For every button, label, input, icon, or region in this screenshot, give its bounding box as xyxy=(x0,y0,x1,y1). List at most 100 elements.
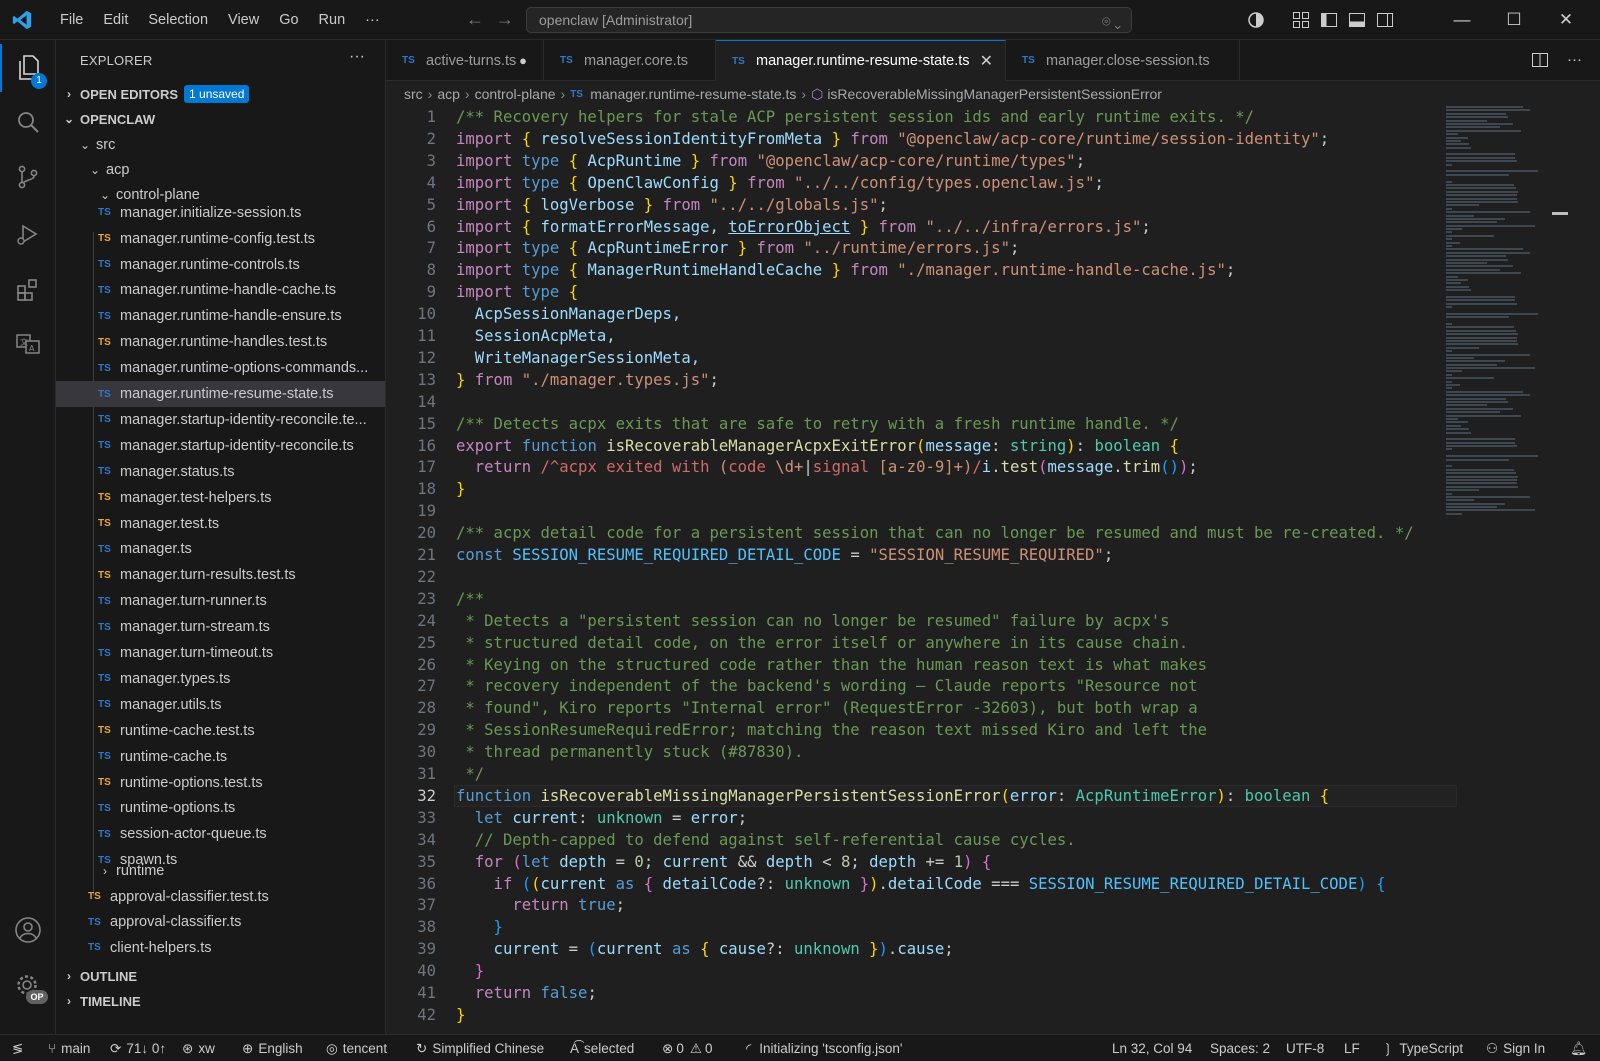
branch-status[interactable]: ⑂ main xyxy=(48,1035,90,1061)
open-editors-section[interactable]: › OPEN EDITORS 1 unsaved xyxy=(62,83,250,105)
code-line[interactable]: 29 * SessionResumeRequiredError; matchin… xyxy=(386,719,1600,741)
file-item[interactable]: TS runtime-options.ts xyxy=(56,796,385,822)
back-arrow-icon[interactable]: ← xyxy=(466,9,496,29)
tab-manager-core[interactable]: TS manager.core.ts xyxy=(544,40,716,81)
outline-section[interactable]: › OUTLINE xyxy=(62,965,137,987)
breadcrumb-symbol[interactable]: isRecoverableMissingManagerPersistentSes… xyxy=(827,86,1162,102)
code-line[interactable]: 8 import type { ManagerRuntimeHandleCache… xyxy=(386,259,1600,281)
sync-status[interactable]: ⟳ 71↓ 0↑ xyxy=(110,1035,166,1061)
code-line[interactable]: 26 * Keying on the structured code rathe… xyxy=(386,654,1600,676)
openclaw-root-section[interactable]: ⌄ OPENCLAW xyxy=(62,108,155,130)
code-line[interactable]: 28 * found", Kiro reports "Internal erro… xyxy=(386,697,1600,719)
file-item[interactable]: TS manager.turn-timeout.ts xyxy=(56,640,385,666)
file-item[interactable]: TS manager.types.ts xyxy=(56,666,385,692)
code-line[interactable]: 25 * structured detail code, on the erro… xyxy=(386,632,1600,654)
copilot-icon[interactable] xyxy=(1246,10,1266,30)
file-item[interactable]: TS manager.startup-identity-reconcile.ts xyxy=(56,433,385,459)
language-status-2[interactable]: ↻ Simplified Chinese xyxy=(416,1035,544,1061)
code-line[interactable]: 39 current = (current as { cause?: unkno… xyxy=(386,938,1600,960)
folder-acp[interactable]: ⌄ acp xyxy=(56,157,385,183)
file-item[interactable]: TS manager.turn-stream.ts xyxy=(56,614,385,640)
code-line[interactable]: 15 /** Detects acpx exits that are safe t… xyxy=(386,413,1600,435)
more-actions-icon[interactable]: ··· xyxy=(1567,51,1582,69)
code-line[interactable]: 38 } xyxy=(386,916,1600,938)
file-item[interactable]: TS manager.runtime-controls.ts xyxy=(56,252,385,278)
code-line[interactable]: 37 return true; xyxy=(386,894,1600,916)
minimap[interactable] xyxy=(1446,106,1564,516)
code-line[interactable]: 11 SessionAcpMeta, xyxy=(386,325,1600,347)
menu-file[interactable]: File xyxy=(50,12,93,28)
tab-manager-runtime-resume-state[interactable]: TS manager.runtime-resume-state.ts ✕ xyxy=(716,40,1006,81)
code-line[interactable]: 14 xyxy=(386,391,1600,413)
code-line[interactable]: 21 const SESSION_RESUME_REQUIRED_DETAIL_C… xyxy=(386,544,1600,566)
code-line[interactable]: 23 /** xyxy=(386,588,1600,610)
timeline-section[interactable]: › TIMELINE xyxy=(62,990,141,1012)
code-line[interactable]: 35 for (let depth = 0; current && depth … xyxy=(386,851,1600,873)
file-item[interactable]: TS manager.runtime-handles.test.ts xyxy=(56,330,385,356)
translate-activity[interactable]: 文A xyxy=(0,320,56,368)
file-item[interactable]: TS manager.runtime-config.test.ts xyxy=(56,226,385,252)
file-item[interactable]: TS manager.runtime-options-commands... xyxy=(56,355,385,381)
code-line[interactable]: 22 xyxy=(386,566,1600,588)
code-line[interactable]: 3 import type { AcpRuntime } from "@openc… xyxy=(386,150,1600,172)
accounts-activity[interactable] xyxy=(0,906,56,954)
language-status-1[interactable]: ⊕ English xyxy=(242,1035,303,1061)
file-item[interactable]: TS manager.startup-identity-reconcile.te.… xyxy=(56,407,385,433)
menu-view[interactable]: View xyxy=(218,12,269,28)
command-center-search[interactable]: openclaw [Administrator] ⌾ ⌄ xyxy=(526,7,1132,33)
code-line[interactable]: 33 let current: unknown = error; xyxy=(386,807,1600,829)
code-line[interactable]: 41 return false; xyxy=(386,982,1600,1004)
file-item[interactable]: TS approval-classifier.test.ts xyxy=(56,884,385,910)
scrollbar-indicator[interactable] xyxy=(1552,212,1568,215)
toggle-panel-icon[interactable] xyxy=(1348,11,1366,29)
encoding-status[interactable]: UTF-8 xyxy=(1286,1035,1324,1061)
file-item[interactable]: TS manager.test.ts xyxy=(56,511,385,537)
code-line[interactable]: 34 // Depth-capped to defend against sel… xyxy=(386,829,1600,851)
code-line[interactable]: 20 /** acpx detail code for a persistent … xyxy=(386,522,1600,544)
notifications-icon[interactable]: 🔔︎ xyxy=(1570,1035,1587,1061)
file-item[interactable]: TS runtime-options.test.ts xyxy=(56,770,385,796)
file-item[interactable]: TS manager.ts xyxy=(56,537,385,563)
code-line[interactable]: 30 * thread permanently stuck (#87830). xyxy=(386,741,1600,763)
code-line[interactable]: 42} xyxy=(386,1004,1600,1026)
file-item[interactable]: TS runtime-cache.ts xyxy=(56,744,385,770)
sign-in-status[interactable]: ⚇ Sign In xyxy=(1486,1035,1545,1061)
code-line[interactable]: 1 /** Recovery helpers for stale ACP pers… xyxy=(386,106,1600,128)
code-line[interactable]: 27 * recovery independent of the backend… xyxy=(386,675,1600,697)
split-editor-icon[interactable] xyxy=(1531,51,1549,69)
menu-run[interactable]: Run xyxy=(309,12,356,28)
folder-src[interactable]: ⌄ src xyxy=(56,132,385,158)
toggle-secondary-sidebar-icon[interactable] xyxy=(1376,11,1394,29)
forward-arrow-icon[interactable]: → xyxy=(496,9,526,29)
file-item[interactable]: TS manager.runtime-handle-cache.ts xyxy=(56,278,385,304)
selection-status[interactable]: A͡ selected xyxy=(570,1035,634,1061)
code-editor[interactable]: 1 /** Recovery helpers for stale ACP pers… xyxy=(386,106,1600,1034)
file-item[interactable]: TS client-helpers.ts xyxy=(56,935,385,961)
minimize-icon[interactable]: — xyxy=(1436,10,1488,30)
file-item[interactable]: TS manager.test-helpers.ts xyxy=(56,485,385,511)
file-item[interactable]: TS approval-classifier.ts xyxy=(56,910,385,936)
folder-runtime[interactable]: › runtime xyxy=(56,858,385,884)
extensions-activity[interactable] xyxy=(0,266,56,314)
menu-edit[interactable]: Edit xyxy=(93,12,138,28)
code-line[interactable]: 36 if ((current as { detailCode?: unknow… xyxy=(386,873,1600,895)
customize-layout-icon[interactable] xyxy=(1292,11,1310,29)
close-window-icon[interactable]: ✕ xyxy=(1540,10,1592,30)
file-item[interactable]: TS session-actor-queue.ts xyxy=(56,822,385,848)
code-line[interactable]: 24 * Detects a "persistent session can n… xyxy=(386,610,1600,632)
code-line[interactable]: 4 import type { OpenClawConfig } from "..… xyxy=(386,172,1600,194)
code-line[interactable]: 17 return /^acpx exited with (code \d+|s… xyxy=(386,456,1600,478)
breadcrumb-control-plane[interactable]: control-plane xyxy=(475,86,556,102)
code-line[interactable]: 18} xyxy=(386,478,1600,500)
code-line[interactable]: 5 import { logVerbose } from "../../globa… xyxy=(386,194,1600,216)
code-line[interactable]: 12 WriteManagerSessionMeta, xyxy=(386,347,1600,369)
menu-go[interactable]: Go xyxy=(269,12,308,28)
menu-selection[interactable]: Selection xyxy=(138,12,218,28)
ts-init-status[interactable]: ◜ Initializing 'tsconfig.json' xyxy=(746,1035,902,1061)
code-line[interactable]: 9 import type { xyxy=(386,281,1600,303)
file-item[interactable]: TS manager.utils.ts xyxy=(56,692,385,718)
close-tab-icon[interactable]: ✕ xyxy=(980,51,993,71)
code-line[interactable]: 40 } xyxy=(386,960,1600,982)
explorer-more-icon[interactable]: ··· xyxy=(349,48,365,66)
explorer-activity[interactable]: 1 xyxy=(0,44,56,92)
